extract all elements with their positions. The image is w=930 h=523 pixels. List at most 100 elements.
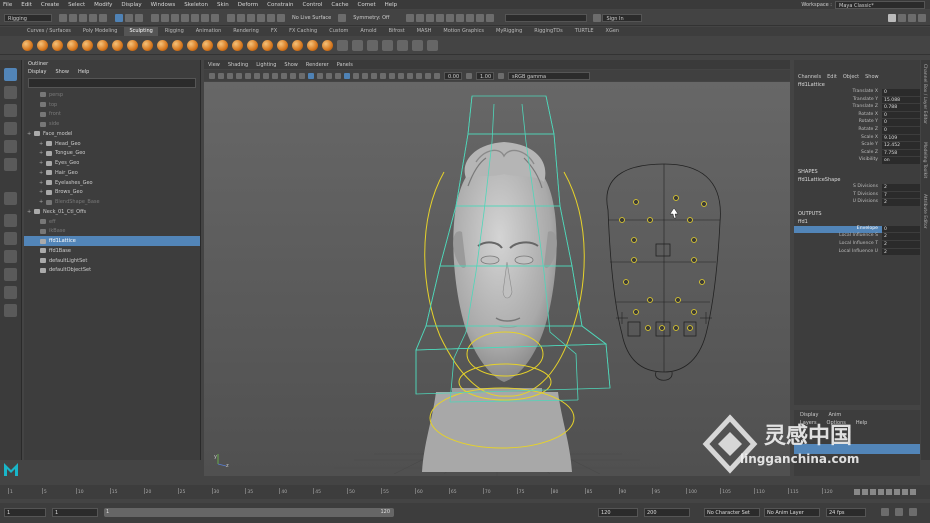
outliner-item[interactable]: defaultLightSet bbox=[24, 256, 200, 266]
expand-icon[interactable]: + bbox=[27, 209, 31, 215]
channel-attribute-row[interactable]: Scale Y 12.452 bbox=[794, 142, 920, 150]
viewport-menu-shading[interactable]: Shading bbox=[228, 62, 248, 68]
shelf-tab-myrigging[interactable]: MyRigging bbox=[491, 27, 527, 36]
outliner-item[interactable]: + Head_Geo bbox=[24, 139, 200, 149]
outliner-item[interactable]: persp bbox=[24, 90, 200, 100]
new-scene-icon[interactable] bbox=[59, 13, 67, 22]
snap-curve-icon[interactable] bbox=[237, 13, 245, 22]
pick-mask-icon[interactable] bbox=[151, 13, 159, 22]
menu-skeleton[interactable]: Skeleton bbox=[184, 2, 208, 8]
expand-icon[interactable]: + bbox=[39, 141, 43, 147]
tab-channel-box[interactable]: Channel Box / Layer Editor bbox=[922, 64, 927, 124]
channel-attribute-value[interactable]: 7 bbox=[882, 191, 920, 200]
select-tool-icon[interactable] bbox=[4, 68, 17, 81]
shelf-tab-animation[interactable]: Animation bbox=[191, 27, 227, 36]
channel-menu-channels[interactable]: Channels bbox=[798, 74, 821, 80]
sculpt-brush-icon[interactable] bbox=[112, 40, 123, 51]
grid-icon[interactable] bbox=[245, 72, 251, 79]
rotate-tool-icon[interactable] bbox=[4, 140, 17, 153]
go-to-end-icon[interactable] bbox=[910, 489, 916, 495]
shelf-tab-rigging[interactable]: Rigging bbox=[160, 27, 189, 36]
expand-icon[interactable]: + bbox=[39, 170, 43, 176]
pick-mask-icon[interactable] bbox=[181, 13, 189, 22]
menu-cache[interactable]: Cache bbox=[331, 2, 348, 8]
menu-help[interactable]: Help bbox=[385, 2, 398, 8]
snap-view-icon[interactable] bbox=[277, 13, 285, 22]
channel-attribute-value[interactable]: 0 bbox=[882, 225, 920, 234]
camera-attributes-icon[interactable] bbox=[218, 72, 224, 79]
play-backwards-icon[interactable] bbox=[878, 489, 884, 495]
outliner-item[interactable]: ffd1Base bbox=[24, 246, 200, 256]
camera-select-icon[interactable] bbox=[209, 72, 215, 79]
outliner-menu-show[interactable]: Show bbox=[55, 69, 69, 75]
channel-attribute-value[interactable]: 2 bbox=[882, 233, 920, 241]
pick-mask-icon[interactable] bbox=[171, 13, 179, 22]
channel-attribute-value[interactable]: 15.088 bbox=[882, 96, 920, 105]
tool-settings-toggle-icon[interactable] bbox=[908, 13, 916, 22]
channel-attribute-row[interactable]: S Divisions 2 bbox=[794, 183, 920, 192]
snap-point-icon[interactable] bbox=[247, 13, 255, 22]
ambient-occlusion-icon[interactable] bbox=[389, 72, 395, 79]
channel-attribute-value[interactable]: 0.788 bbox=[882, 104, 920, 112]
layout-outliner-icon[interactable] bbox=[4, 268, 17, 281]
sculpt-brush-icon[interactable] bbox=[322, 40, 333, 51]
sculpt-brush-icon[interactable] bbox=[67, 40, 78, 51]
live-surface-label[interactable]: No Live Surface bbox=[292, 15, 331, 21]
channel-attribute-value[interactable]: 0 bbox=[882, 111, 920, 120]
channel-attribute-value[interactable]: 0 bbox=[882, 89, 920, 97]
pick-mask-icon[interactable] bbox=[191, 13, 199, 22]
anim-layer-dropdown[interactable]: No Anim Layer bbox=[764, 508, 820, 517]
symmetry-label[interactable]: Symmetry: Off bbox=[353, 15, 389, 21]
lights-icon[interactable] bbox=[371, 72, 377, 79]
sculpt-option-icon[interactable] bbox=[367, 40, 378, 51]
shelf-tab-arnold[interactable]: Arnold bbox=[355, 27, 381, 36]
freeze-tool-icon[interactable] bbox=[352, 40, 363, 51]
channel-menu-show[interactable]: Show bbox=[865, 74, 879, 80]
channel-attribute-row[interactable]: U Divisions 2 bbox=[794, 199, 920, 207]
stop-icon[interactable] bbox=[486, 13, 495, 22]
channel-attribute-value[interactable]: 2 bbox=[882, 199, 920, 207]
channel-attribute-row[interactable]: Rotate Y 0 bbox=[794, 119, 920, 127]
color-management-icon[interactable] bbox=[498, 72, 504, 79]
pick-mask-icon[interactable] bbox=[211, 13, 219, 22]
time-slider[interactable]: 1 5 10 15 20 25 30 35 40 45 50 55 60 65 70 75 80 85 90 95 10… bbox=[0, 485, 930, 499]
tab-modeling-toolkit[interactable]: Modeling Toolkit bbox=[922, 142, 927, 178]
play-forwards-icon[interactable] bbox=[886, 489, 892, 495]
snap-grid-icon[interactable] bbox=[227, 13, 235, 22]
view-transform-dropdown[interactable]: sRGB gamma bbox=[508, 71, 590, 80]
layout-single-icon[interactable] bbox=[4, 214, 17, 227]
menu-select[interactable]: Select bbox=[68, 2, 85, 8]
symmetry-icon[interactable] bbox=[338, 13, 347, 22]
outliner-item[interactable]: + Eyes_Geo bbox=[24, 158, 200, 168]
open-scene-icon[interactable] bbox=[69, 13, 77, 22]
channel-box-toggle-icon[interactable] bbox=[888, 13, 896, 22]
arnold-render-icon[interactable] bbox=[456, 13, 465, 22]
outliner-item[interactable]: defaultObjectSet bbox=[24, 266, 200, 276]
safe-action-icon[interactable] bbox=[290, 72, 296, 79]
play-icon[interactable] bbox=[466, 13, 475, 22]
expand-icon[interactable]: + bbox=[39, 189, 43, 195]
expand-icon[interactable]: + bbox=[39, 150, 43, 156]
sculpt-brush-icon[interactable] bbox=[292, 40, 303, 51]
viewport-menu-view[interactable]: View bbox=[208, 62, 220, 68]
sculpt-brush-icon[interactable] bbox=[247, 40, 258, 51]
move-tool-icon[interactable] bbox=[4, 122, 17, 135]
select-component-icon[interactable] bbox=[135, 13, 143, 22]
channel-attribute-value[interactable]: 0 bbox=[882, 126, 920, 135]
scale-tool-icon[interactable] bbox=[4, 158, 17, 171]
isolate-select-icon[interactable] bbox=[425, 72, 431, 79]
bookmark-icon[interactable] bbox=[227, 72, 233, 79]
channel-attribute-row[interactable]: Scale Z 7.758 bbox=[794, 149, 920, 158]
sculpt-brush-icon[interactable] bbox=[37, 40, 48, 51]
render-icon[interactable] bbox=[406, 13, 415, 22]
motion-blur-icon[interactable] bbox=[398, 72, 404, 79]
sculpt-option-icon[interactable] bbox=[397, 40, 408, 51]
outliner-item[interactable]: front bbox=[24, 110, 200, 120]
playback-start-field[interactable]: 1 bbox=[52, 508, 98, 517]
step-forward-frame-icon[interactable] bbox=[894, 489, 900, 495]
sculpt-brush-icon[interactable] bbox=[277, 40, 288, 51]
hypershade-icon[interactable] bbox=[446, 13, 455, 22]
xray-icon[interactable] bbox=[344, 72, 350, 79]
snap-surface-icon[interactable] bbox=[267, 13, 275, 22]
viewport-menu-renderer[interactable]: Renderer bbox=[306, 62, 329, 68]
